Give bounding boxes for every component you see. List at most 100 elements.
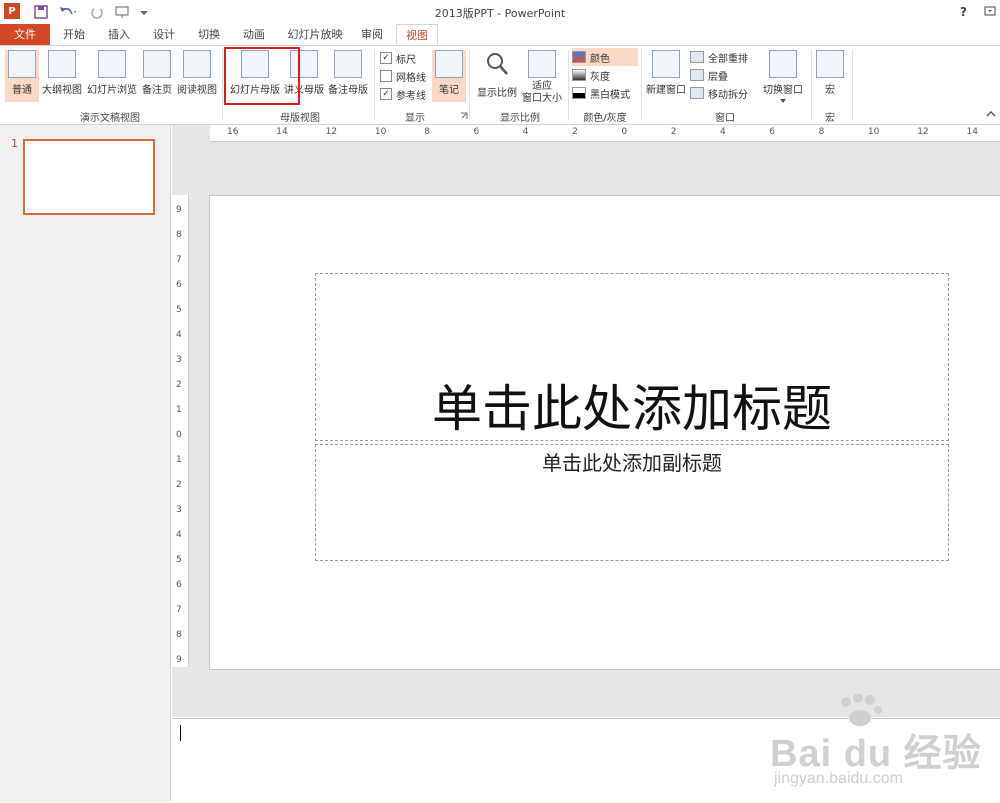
ruler-tick-label: 14 bbox=[966, 127, 978, 137]
horizontal-ruler: 1614121086420246810121416 bbox=[210, 125, 1000, 142]
ruler-tick-label: 16 bbox=[227, 127, 239, 137]
arrange-all-icon bbox=[690, 51, 704, 63]
cascade-button[interactable]: 层叠 bbox=[690, 66, 756, 84]
watermark-brand: Bai du 经验 bbox=[770, 733, 982, 775]
grayscale-mode-button[interactable]: 灰度 bbox=[572, 66, 638, 84]
group-separator bbox=[469, 50, 470, 120]
ruler-tick-label: 7 bbox=[176, 605, 182, 615]
normal-view-icon bbox=[8, 50, 36, 78]
collapse-ribbon-icon[interactable] bbox=[986, 110, 996, 121]
group-label-show: 显示 bbox=[405, 113, 425, 124]
ruler-tick-label: 12 bbox=[917, 127, 929, 137]
macros-button[interactable]: 宏 bbox=[814, 50, 846, 102]
switch-windows-button[interactable]: 切换窗口 bbox=[760, 50, 806, 103]
outline-view-button[interactable]: 大纲视图 bbox=[40, 50, 84, 102]
ruler-tick-label: 2 bbox=[670, 127, 677, 137]
ruler-tick-label: 8 bbox=[176, 630, 182, 640]
ruler-tick-label: 10 bbox=[867, 127, 880, 137]
gridlines-checkbox[interactable]: 网格线 bbox=[380, 67, 432, 85]
group-label-zoom: 显示比例 bbox=[500, 113, 540, 124]
tab-file[interactable]: 文件 bbox=[0, 24, 50, 45]
ruler-tick-label: 6 bbox=[473, 127, 480, 137]
notes-page-button[interactable]: 备注页 bbox=[139, 50, 175, 102]
ruler-tick-label: 6 bbox=[769, 127, 776, 137]
group-label-color: 颜色/灰度 bbox=[583, 113, 627, 124]
move-split-button[interactable]: 移动拆分 bbox=[690, 84, 756, 102]
group-separator bbox=[222, 50, 223, 120]
subtitle-placeholder[interactable]: 单击此处添加副标题 bbox=[315, 444, 949, 561]
color-mode-button[interactable]: 颜色 bbox=[572, 48, 638, 66]
tab-transitions[interactable]: 切换 bbox=[191, 24, 227, 45]
ruler-tick-label: 6 bbox=[176, 580, 182, 590]
checkbox-unchecked-icon bbox=[380, 70, 392, 82]
group-separator bbox=[568, 50, 569, 120]
ruler-tick-label: 14 bbox=[276, 127, 288, 137]
notes-master-icon bbox=[334, 50, 362, 78]
subtitle-placeholder-text: 单击此处添加副标题 bbox=[542, 451, 722, 475]
color-options: 颜色 灰度 黑白模式 bbox=[572, 48, 638, 102]
group-label-master-views: 母版视图 bbox=[280, 113, 320, 124]
reading-view-button[interactable]: 阅读视图 bbox=[175, 50, 219, 102]
dialog-launcher-icon[interactable] bbox=[460, 112, 468, 123]
fit-to-window-icon bbox=[528, 50, 556, 78]
checkbox-checked-icon: ✓ bbox=[380, 52, 392, 64]
notes-page-icon bbox=[143, 50, 171, 78]
ruler-tick-label: 8 bbox=[818, 127, 825, 137]
group-separator bbox=[852, 50, 853, 120]
ruler-tick-label: 9 bbox=[176, 655, 182, 665]
guides-checkbox[interactable]: ✓ 参考线 bbox=[380, 85, 432, 103]
arrange-all-button[interactable]: 全部重排 bbox=[690, 48, 756, 66]
switch-windows-icon bbox=[769, 50, 797, 78]
tab-slide-show[interactable]: 幻灯片放映 bbox=[283, 24, 347, 45]
ruler-tick-label: 4 bbox=[720, 127, 726, 137]
new-window-button[interactable]: 新建窗口 bbox=[644, 50, 688, 102]
fit-to-window-button[interactable]: 适应 窗口大小 bbox=[520, 50, 564, 104]
window-title: 2013版PPT - PowerPoint bbox=[434, 7, 566, 20]
cascade-icon bbox=[690, 69, 704, 81]
ruler-tick-label: 6 bbox=[176, 280, 182, 290]
ruler-tick-label: 12 bbox=[325, 127, 338, 137]
group-label-window: 窗口 bbox=[715, 113, 735, 124]
group-separator bbox=[374, 50, 375, 120]
title-placeholder[interactable]: 单击此处添加标题 bbox=[315, 273, 949, 441]
tab-design[interactable]: 设计 bbox=[146, 24, 182, 45]
help-button[interactable]: ? bbox=[960, 5, 967, 19]
watermark-url: jingyan.baidu.com bbox=[774, 770, 903, 787]
highlight-box bbox=[224, 47, 300, 105]
notes-master-button[interactable]: 备注母版 bbox=[326, 50, 370, 102]
new-window-icon bbox=[652, 50, 680, 78]
ribbon-display-options-icon[interactable] bbox=[984, 5, 996, 20]
tab-home[interactable]: 开始 bbox=[56, 24, 92, 45]
ruler-checkbox[interactable]: ✓ 标尺 bbox=[380, 49, 432, 67]
black-white-mode-button[interactable]: 黑白模式 bbox=[572, 84, 638, 102]
ruler-tick-label: 8 bbox=[176, 230, 182, 240]
ruler-tick-label: 2 bbox=[176, 480, 182, 490]
outline-view-icon bbox=[48, 50, 76, 78]
ruler-tick-label: 8 bbox=[424, 127, 430, 137]
magnifier-icon bbox=[487, 53, 508, 75]
ruler-tick-label: 5 bbox=[176, 555, 182, 565]
tab-animations[interactable]: 动画 bbox=[236, 24, 272, 45]
checkbox-checked-icon: ✓ bbox=[380, 88, 392, 100]
slide-sorter-button[interactable]: 幻灯片浏览 bbox=[86, 50, 138, 102]
window-options: 全部重排 层叠 移动拆分 bbox=[690, 48, 756, 102]
chevron-down-icon bbox=[760, 96, 806, 107]
show-checkboxes: ✓ 标尺 网格线 ✓ 参考线 bbox=[380, 49, 432, 103]
ruler-tick-label: 4 bbox=[176, 530, 182, 540]
ruler-tick-label: 0 bbox=[621, 127, 628, 137]
baidu-jingyan-watermark: Bai du 经验 jingyan.baidu.com bbox=[770, 688, 995, 798]
ruler-tick-label: 9 bbox=[176, 205, 182, 215]
notes-icon bbox=[435, 50, 463, 78]
slide-thumbnail[interactable] bbox=[23, 139, 155, 215]
group-separator bbox=[641, 50, 642, 120]
tab-view[interactable]: 视图 bbox=[396, 24, 438, 45]
normal-view-button[interactable]: 普通 bbox=[5, 50, 39, 102]
group-separator bbox=[811, 50, 812, 120]
ruler-tick-label: 7 bbox=[176, 255, 182, 265]
tab-insert[interactable]: 插入 bbox=[101, 24, 137, 45]
zoom-button[interactable]: 显示比例 bbox=[474, 50, 520, 102]
ruler-tick-label: 4 bbox=[522, 127, 529, 137]
ruler-tick-label: 3 bbox=[176, 505, 182, 515]
tab-review[interactable]: 审阅 bbox=[354, 24, 390, 45]
notes-toggle-button[interactable]: 笔记 bbox=[432, 50, 466, 102]
